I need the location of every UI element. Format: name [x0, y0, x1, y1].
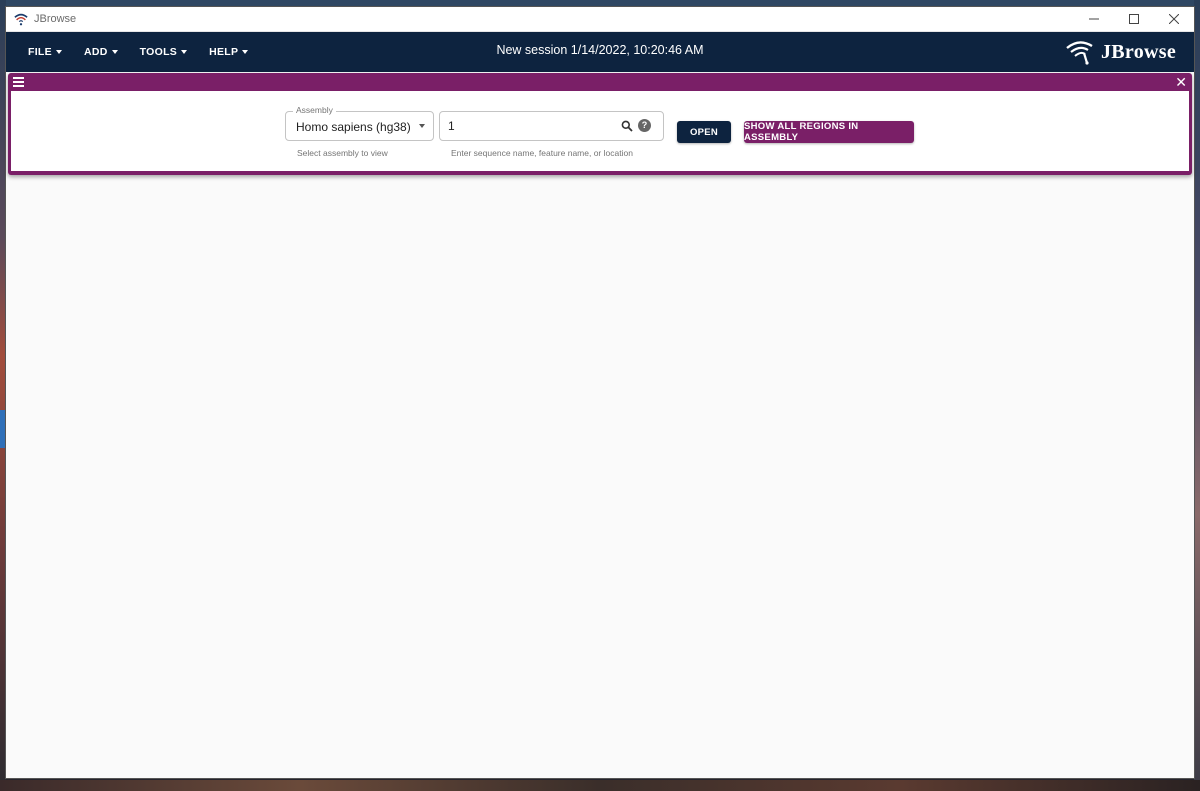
maximize-button[interactable]: [1114, 7, 1154, 31]
jbrowse-logo-text: JBrowse: [1100, 40, 1176, 63]
menu-add[interactable]: ADD: [76, 32, 126, 72]
show-all-regions-button[interactable]: SHOW ALL REGIONS IN ASSEMBLY: [744, 121, 914, 143]
menu-help-label: HELP: [209, 46, 239, 58]
assembly-select-value: Homo sapiens (hg38): [296, 120, 411, 134]
assembly-select[interactable]: Assembly Homo sapiens (hg38): [285, 105, 434, 141]
minimize-button[interactable]: [1074, 7, 1114, 31]
menu-file-label: FILE: [28, 46, 52, 58]
close-view-icon[interactable]: ✕: [1175, 74, 1187, 90]
location-search-field[interactable]: ?: [439, 111, 664, 141]
caret-down-icon: [242, 50, 249, 54]
dropdown-arrow-icon: [419, 124, 425, 128]
jbrowse-logo-icon: [1066, 41, 1093, 65]
linear-genome-view: ✕ Assembly Homo sapiens (hg38) Select as…: [8, 73, 1192, 175]
jbrowse-app-icon: [14, 13, 28, 26]
view-menu-icon[interactable]: [13, 77, 24, 87]
caret-down-icon: [111, 50, 118, 54]
menu-tools-label: TOOLS: [139, 46, 178, 58]
app-header: FILE ADD TOOLS HELP New session 1/14/202…: [6, 32, 1194, 72]
desktop-background-bottom: [0, 780, 1200, 791]
location-helper-text: Enter sequence name, feature name, or lo…: [451, 148, 633, 158]
window-title: JBrowse: [34, 13, 77, 25]
view-header: ✕: [8, 73, 1192, 91]
minimize-icon: [1089, 18, 1099, 20]
menu-file[interactable]: FILE: [20, 32, 70, 72]
caret-down-icon: [181, 50, 188, 54]
assembly-select-label: Assembly: [293, 105, 336, 115]
caret-down-icon: [55, 50, 62, 54]
menu-add-label: ADD: [83, 46, 108, 58]
main-menu: FILE ADD TOOLS HELP: [20, 32, 262, 72]
assembly-helper-text: Select assembly to view: [297, 148, 388, 158]
window-titlebar[interactable]: JBrowse: [6, 7, 1194, 32]
close-icon: [1169, 14, 1179, 24]
jbrowse-logo: JBrowse: [1065, 38, 1176, 66]
maximize-icon: [1129, 14, 1139, 24]
menu-help[interactable]: HELP: [201, 32, 256, 72]
search-icon[interactable]: [621, 120, 633, 132]
menu-tools[interactable]: TOOLS: [132, 32, 195, 72]
import-form: Assembly Homo sapiens (hg38) Select asse…: [11, 91, 1189, 171]
close-window-button[interactable]: [1154, 7, 1194, 31]
app-window: JBrowse FILE ADD TOOLS HELP New session …: [5, 6, 1195, 779]
help-icon[interactable]: ?: [638, 119, 651, 132]
location-search-input[interactable]: [448, 118, 608, 134]
open-button[interactable]: OPEN: [677, 121, 731, 143]
